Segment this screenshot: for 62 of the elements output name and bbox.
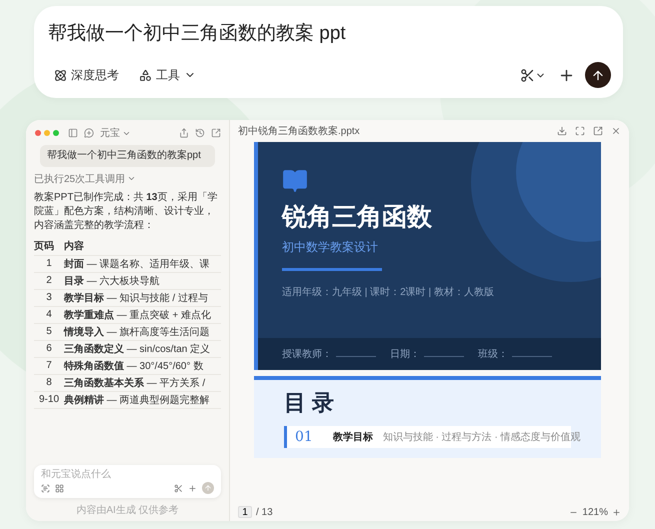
table-cell-text: 8 <box>45 377 53 388</box>
item-title: 教学目标 <box>332 430 373 444</box>
zoom-in-icon[interactable] <box>612 508 621 516</box>
disclaimer-text: 内容由AI生成 仅供参考 <box>75 504 180 517</box>
tools-icon[interactable] <box>55 484 64 492</box>
table-cell-text: 封面 — 课题名称、适用年级、课 <box>64 258 211 270</box>
fill-in-line: 班级： <box>478 347 552 361</box>
reply-text: 教案PPT已制作完成：共 13页，采用「学院蓝」配色方案，结构清晰、设计专业，内容涵盖完整的教学流程： <box>34 190 218 232</box>
fill-in-line: 日期： <box>390 347 464 361</box>
window-controls-icon[interactable] <box>34 129 62 137</box>
sidebar-icon[interactable] <box>68 128 78 138</box>
arrow-up-icon <box>204 484 212 492</box>
fullscreen-icon[interactable] <box>575 126 585 136</box>
shapes-icon <box>139 68 152 82</box>
page-count: / 13 <box>256 506 273 518</box>
send-button[interactable] <box>585 62 611 88</box>
user-message: 帮我做一个初中三角函数的教案ppt <box>40 145 215 166</box>
zoom-level: 121% <box>582 506 608 518</box>
slide-meta: 适用年级：九年级 | 课时：2课时 | 教材：人教版 <box>282 286 495 299</box>
table-cell-text: 三角函数基本关系 — 平方关系 / <box>64 376 206 390</box>
close-icon[interactable] <box>611 126 621 136</box>
table-cell-text: 9-10 <box>38 394 60 405</box>
table-header: 页码 <box>34 240 55 253</box>
fill-in-line: 授课教师： <box>282 347 376 361</box>
item-number: 01 <box>295 429 313 445</box>
open-icon[interactable] <box>211 128 221 138</box>
table-cell-text: 情境导入 — 旗杆高度等生活问题 <box>64 325 211 338</box>
book-icon <box>282 168 308 194</box>
prompt-text: 帮我做一个初中三角函数的教案 ppt <box>48 22 347 46</box>
chevron-down-icon <box>127 174 136 183</box>
item-detail: 知识与技能 · 过程与方法 · 情感态度与价值观 <box>382 430 581 444</box>
tools-button[interactable]: 工具 <box>133 64 202 86</box>
table-cell-text: 1 <box>45 258 53 269</box>
new-chat-icon[interactable] <box>84 128 94 138</box>
table-cell-text: 典例精讲 — 两道典型例题完整解 <box>64 394 211 406</box>
table-cell-text: 教学目标 — 知识与技能 / 过程与 <box>64 292 209 304</box>
download-icon[interactable] <box>557 126 567 136</box>
scan-icon[interactable] <box>41 484 50 492</box>
slide-subtitle: 初中数学教案设计 <box>282 239 379 256</box>
tool-calls-toggle[interactable]: 已执行25次工具调用 <box>34 172 221 186</box>
table-cell-text: 5 <box>45 326 53 337</box>
page-field[interactable]: 1 <box>238 506 252 518</box>
table-cell-text: 2 <box>45 275 53 286</box>
table-cell-text: 6 <box>45 343 53 354</box>
deep-think-button[interactable]: 深度思考 <box>48 64 125 86</box>
slide-title: 目 录 <box>284 389 336 417</box>
table-cell-text: 4 <box>45 309 53 320</box>
app-menu[interactable]: 元宝 <box>100 126 131 140</box>
file-name: 初中锐角三角函数教案.pptx <box>238 124 360 138</box>
table-cell-text: 7 <box>45 360 53 371</box>
table-cell-text: 目录 — 六大板块导航 <box>64 274 161 288</box>
table-header: 内容 <box>64 239 85 253</box>
history-icon[interactable] <box>195 128 205 138</box>
table-cell-text: 教学重难点 — 重点突破 + 难点化 <box>64 308 212 322</box>
atom-icon <box>54 68 67 82</box>
prompt-box[interactable]: 帮我做一个初中三角函数的教案 ppt 深度思考 工具 <box>34 6 623 98</box>
slide-title: 锐角三角函数 <box>282 201 433 233</box>
table-cell-text: 3 <box>45 292 53 303</box>
table-cell-text: 三角函数定义 — sin/cos/tan 定义 <box>64 342 212 356</box>
open-icon[interactable] <box>593 126 603 136</box>
table-cell-text: 特殊角函数值 — 30°/45°/60° 数 <box>64 360 204 372</box>
share-icon[interactable] <box>179 128 189 138</box>
